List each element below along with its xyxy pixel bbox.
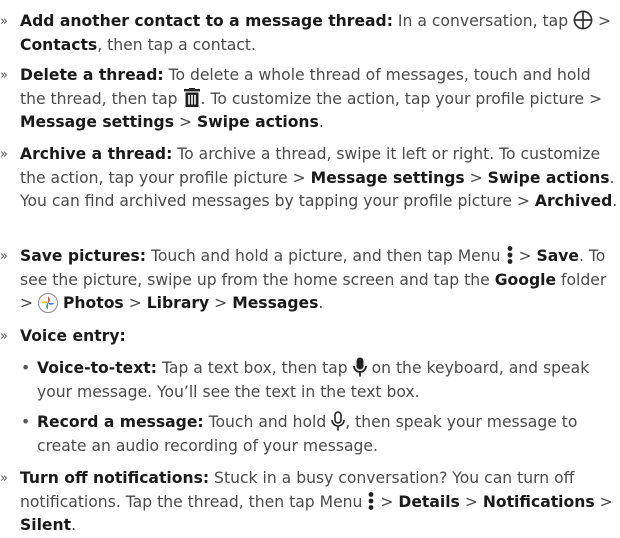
list-marker: » [0,471,8,486]
sub-item-title: Record a message: [37,413,204,431]
document-page: » Add another contact to a message threa… [0,0,620,534]
list-item-archive-thread: » Archive a thread: To archive a thread,… [0,145,618,210]
item-title: Delete a thread: [20,66,164,84]
microphone-outline-icon [331,411,346,431]
list-item-add-contact: » Add another contact to a message threa… [0,10,612,54]
sub-marker: • [21,359,31,377]
list-item-voice-entry: » Voice entry: [0,325,618,349]
sub-item-record-message: • Record a message: Touch and hold , the… [21,411,578,455]
item-title: Add another contact to a message thread: [20,12,393,30]
list-marker: » [0,14,8,29]
google-photos-icon [38,293,59,313]
sub-item-title: Voice-to-text: [37,359,157,377]
sub-item-voice-to-text: • Voice-to-text: Tap a text box, then ta… [21,357,590,401]
item-title: Archive a thread: [20,145,173,163]
list-marker: » [0,68,8,83]
menu-dots-icon [506,245,514,265]
add-circle-icon [573,10,593,30]
list-marker: » [0,147,8,162]
item-title: Save pictures: [20,247,147,265]
trash-icon [183,87,201,108]
sub-marker: • [21,413,31,431]
list-item-turn-off-notifications: » Turn off notifications: Stuck in a bus… [0,469,613,534]
list-marker: » [0,329,8,344]
list-item-save-pictures: » Save pictures: Touch and hold a pictur… [0,245,607,313]
list-item-delete-thread: » Delete a thread: To delete a whole thr… [0,66,603,131]
item-title: Turn off notifications: [20,469,210,487]
list-marker: » [0,249,8,264]
item-title: Voice entry: [20,327,126,345]
microphone-icon [352,357,367,377]
